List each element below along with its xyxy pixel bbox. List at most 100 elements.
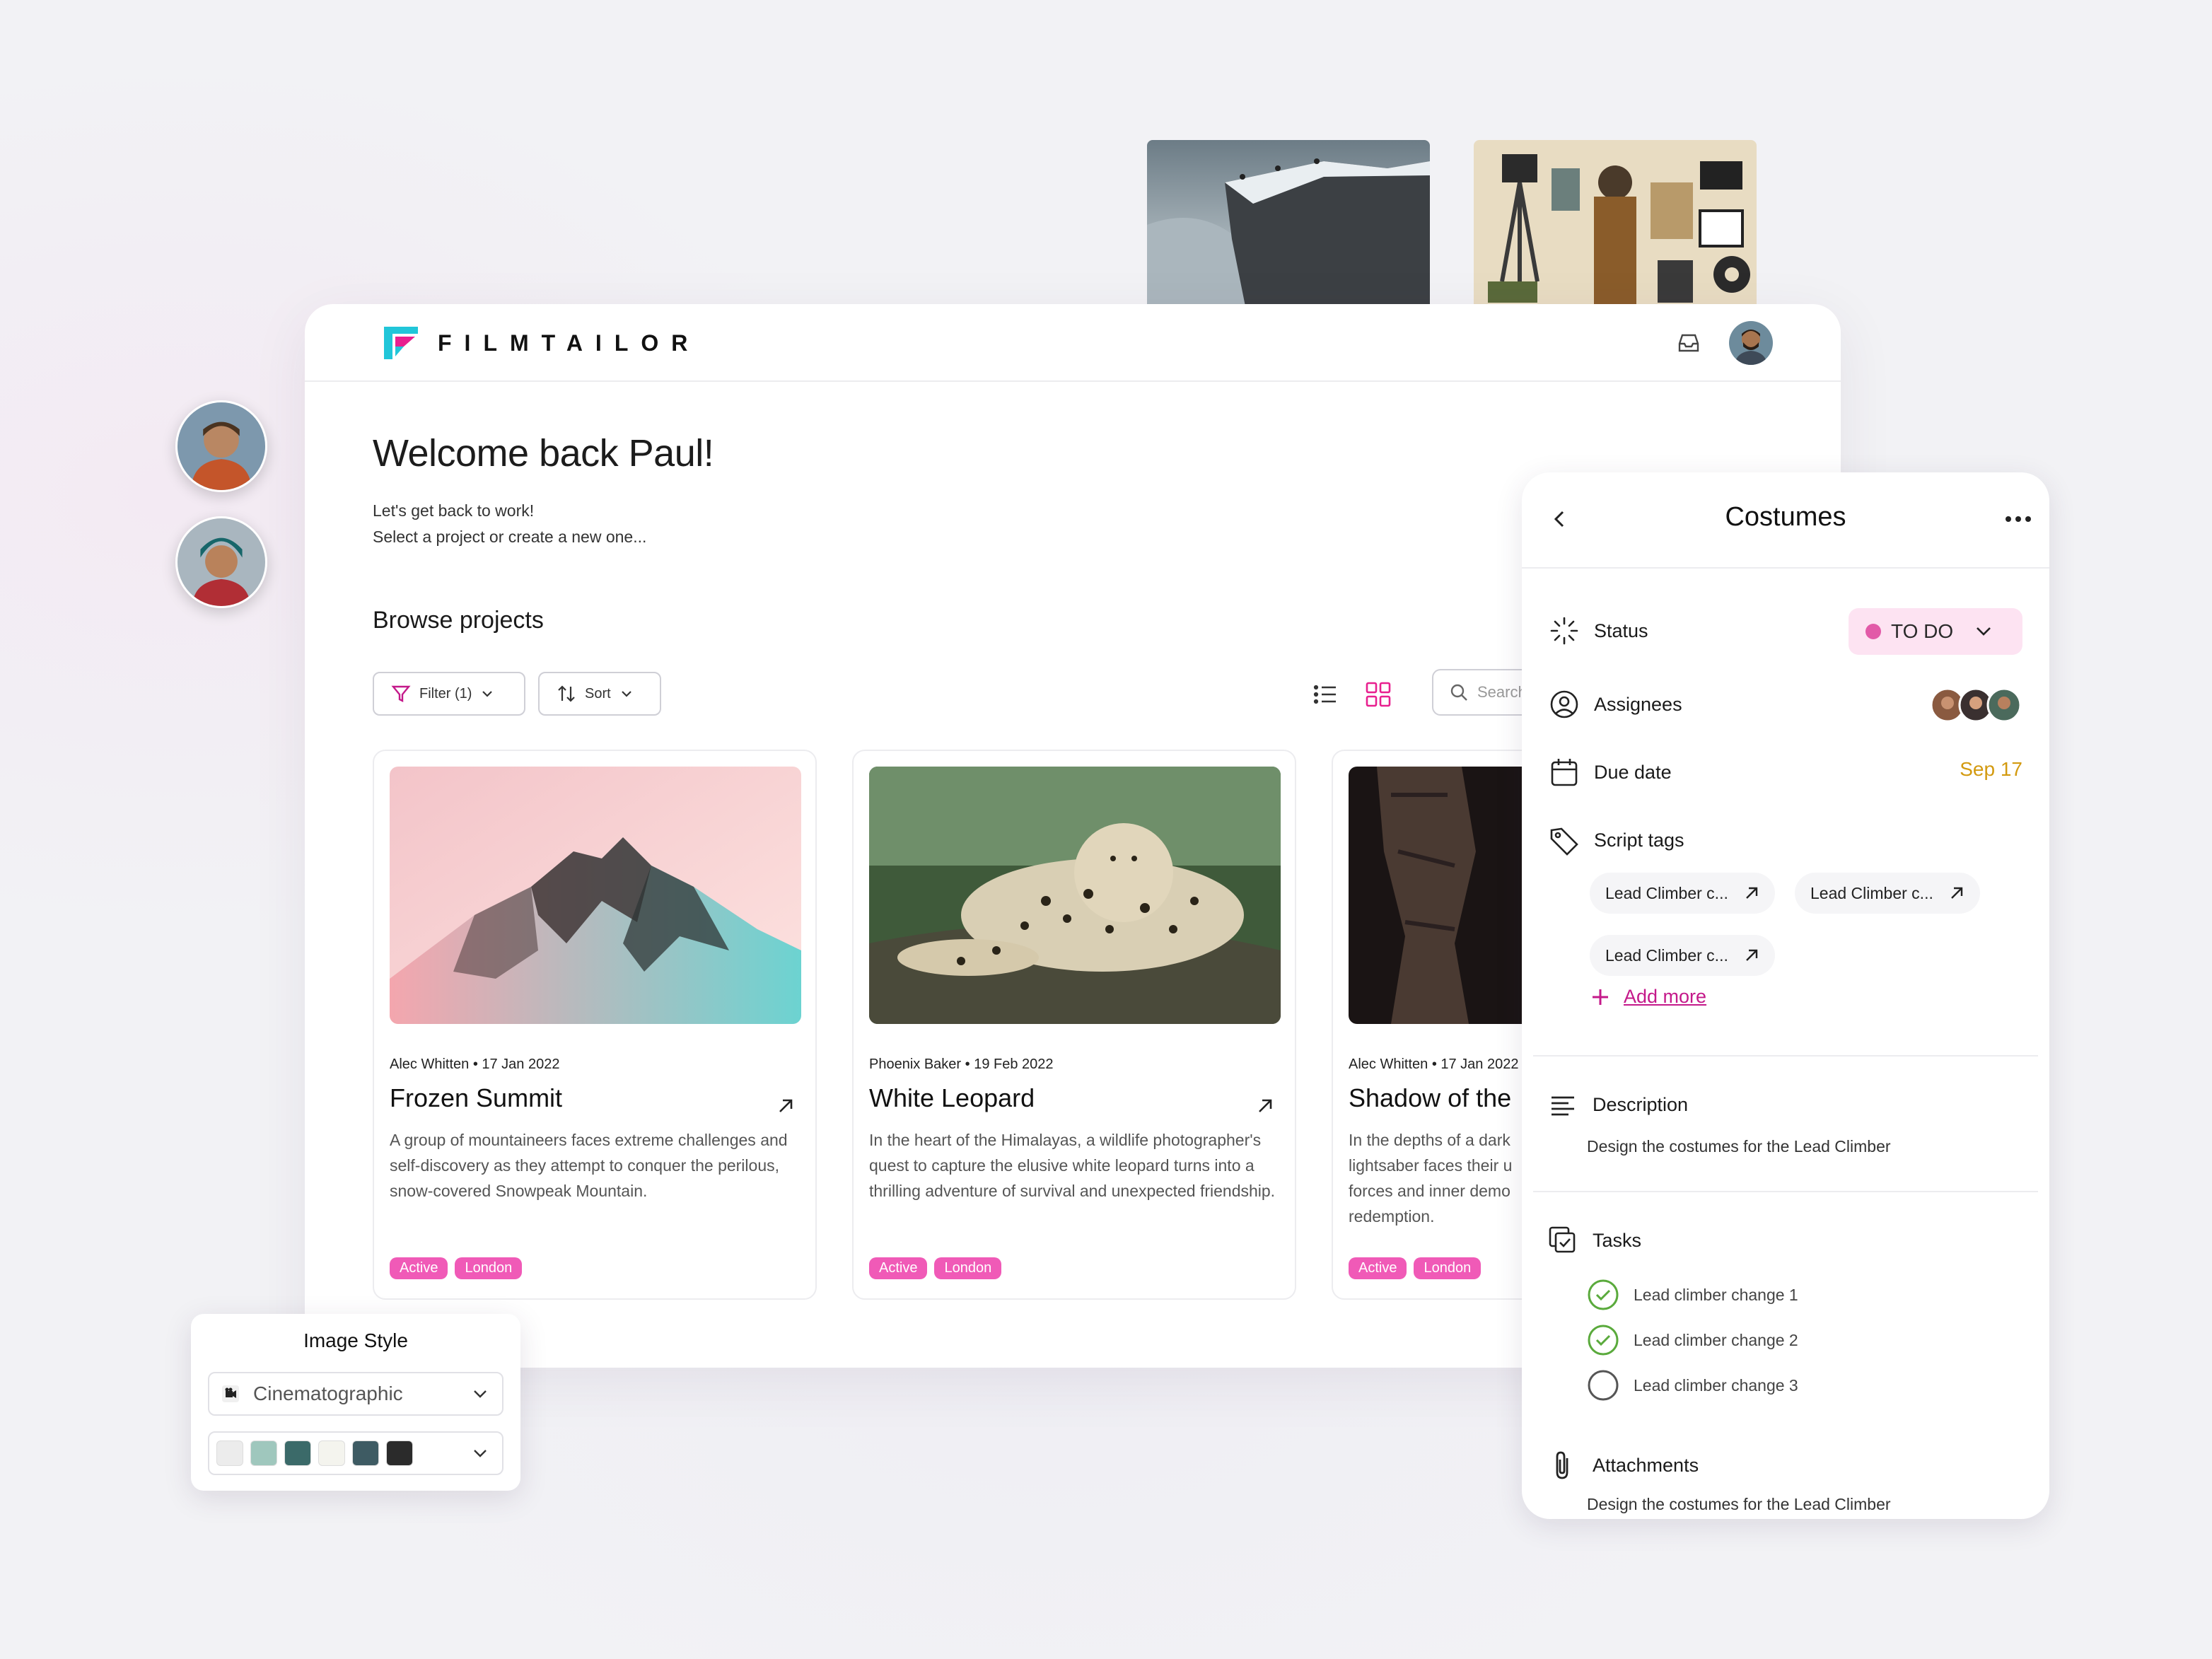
project-card[interactable]: Phoenix Baker • 19 Feb 2022 White Leopar…: [852, 750, 1296, 1300]
grid-view-icon[interactable]: [1364, 680, 1392, 709]
camera-icon: [222, 1385, 239, 1402]
script-tag-chip[interactable]: Lead Climber c...: [1590, 873, 1775, 914]
task-item[interactable]: Lead climber change 2: [1587, 1324, 1798, 1356]
status-badge: Active: [1349, 1257, 1407, 1279]
status-badge: Active: [869, 1257, 928, 1279]
palette-select[interactable]: [208, 1431, 503, 1475]
style-selected-value: Cinematographic: [253, 1382, 403, 1404]
empty-circle-icon[interactable]: [1587, 1369, 1619, 1402]
more-icon[interactable]: [2003, 511, 2034, 528]
location-badge: London: [934, 1257, 1002, 1279]
status-dot: [1865, 624, 1881, 639]
script-tag-label: Lead Climber c...: [1810, 883, 1933, 902]
status-value: TO DO: [1891, 620, 1954, 642]
collaborator-avatar-2[interactable]: [175, 516, 267, 608]
subtitle-line-2: Select a project or create a new one...: [373, 528, 647, 546]
image-style-title: Image Style: [303, 1329, 408, 1351]
task-label: Lead climber change 2: [1634, 1330, 1798, 1349]
palette-swatches: [209, 1440, 413, 1466]
status-spinner-icon: [1550, 617, 1578, 645]
search-icon: [1450, 684, 1467, 701]
assignees-row: Assignees: [1549, 689, 1682, 720]
attachments-row: Attachments: [1547, 1450, 1699, 1481]
task-item[interactable]: Lead climber change 3: [1587, 1369, 1798, 1402]
due-date-value[interactable]: Sep 17: [1960, 758, 2022, 781]
chevron-down-icon: [482, 691, 493, 697]
filter-button[interactable]: Filter (1): [373, 672, 525, 716]
style-select[interactable]: Cinematographic: [208, 1372, 503, 1416]
location-badge: London: [1414, 1257, 1482, 1279]
film-gear-photo: [1474, 140, 1757, 310]
chevron-down-icon: [474, 1390, 487, 1398]
task-label: Lead climber change 1: [1634, 1285, 1798, 1304]
task-item[interactable]: Lead climber change 1: [1587, 1279, 1798, 1311]
task-detail-panel: Costumes Status TO DO Assignees Due date…: [1522, 472, 2049, 1519]
project-image: [869, 767, 1281, 1024]
user-circle-icon: [1550, 690, 1578, 718]
check-circle-icon[interactable]: [1587, 1279, 1619, 1311]
filmtailor-logo-icon: [384, 327, 418, 359]
project-meta: Alec Whitten • 17 Jan 2022: [390, 1056, 560, 1072]
project-image: [390, 767, 801, 1024]
project-card[interactable]: Alec Whitten • 17 Jan 2022 Frozen Summit…: [373, 750, 817, 1300]
project-meta: Phoenix Baker • 19 Feb 2022: [869, 1056, 1054, 1072]
arrow-up-right-icon: [1746, 949, 1758, 961]
sort-button[interactable]: Sort: [538, 672, 661, 716]
assignees-label: Assignees: [1594, 693, 1682, 715]
tasks-row: Tasks: [1547, 1225, 1641, 1256]
attachments-text: Design the costumes for the Lead Climber: [1587, 1495, 1891, 1513]
browse-projects-title: Browse projects: [373, 607, 544, 634]
align-left-icon: [1552, 1096, 1574, 1116]
cliff-photo: [1147, 140, 1430, 310]
section-divider: [1533, 1191, 2038, 1192]
paperclip-icon: [1556, 1451, 1568, 1479]
inbox-icon[interactable]: [1677, 332, 1701, 354]
description-row: Description: [1547, 1089, 1688, 1120]
status-dropdown[interactable]: TO DO: [1849, 608, 2022, 655]
chevron-down-icon: [1977, 627, 1991, 636]
filter-icon: [391, 685, 411, 702]
project-title[interactable]: Frozen Summit: [390, 1083, 562, 1113]
arrow-up-right-icon[interactable]: [776, 1096, 796, 1116]
script-tag-chip[interactable]: Lead Climber c...: [1795, 873, 1980, 914]
logo[interactable]: FILMTAILOR: [383, 325, 700, 361]
list-view-icon[interactable]: [1312, 680, 1340, 709]
assignee-avatars[interactable]: [1930, 687, 2022, 723]
project-title[interactable]: White Leopard: [869, 1083, 1035, 1113]
script-tag-label: Lead Climber c...: [1605, 945, 1728, 965]
location-badge: London: [455, 1257, 523, 1279]
palette-swatch: [318, 1440, 345, 1466]
palette-swatch: [216, 1440, 243, 1466]
project-meta: Alec Whitten • 17 Jan 2022: [1349, 1056, 1519, 1072]
project-description: A group of mountaineers faces extreme ch…: [390, 1131, 788, 1200]
collaborator-avatar-1[interactable]: [175, 400, 267, 492]
welcome-subtitle: Let's get back to work! Select a project…: [373, 498, 646, 550]
description-label: Description: [1593, 1093, 1689, 1115]
project-description: In the heart of the Himalayas, a wildlif…: [869, 1131, 1276, 1200]
script-tags-label: Script tags: [1594, 829, 1684, 851]
logo-text: FILMTAILOR: [438, 330, 701, 356]
check-circle-icon[interactable]: [1587, 1324, 1619, 1356]
sort-icon: [558, 685, 575, 702]
plus-icon: [1593, 989, 1608, 1005]
filter-label: Filter (1): [419, 685, 472, 702]
script-tag-label: Lead Climber c...: [1605, 883, 1728, 902]
user-avatar[interactable]: [1729, 321, 1773, 365]
task-label: Lead climber change 3: [1634, 1375, 1798, 1395]
status-row: Status: [1549, 615, 1648, 646]
attachments-label: Attachments: [1593, 1454, 1699, 1476]
chevron-down-icon: [621, 691, 631, 697]
chevron-down-icon: [474, 1450, 487, 1457]
project-tags: Active London: [1349, 1257, 1482, 1279]
tasks-label: Tasks: [1593, 1229, 1642, 1251]
project-tags: Active London: [390, 1257, 523, 1279]
tasks-icon: [1549, 1226, 1576, 1253]
project-title[interactable]: Shadow of the: [1349, 1083, 1511, 1113]
arrow-up-right-icon[interactable]: [1255, 1096, 1275, 1116]
status-badge: Active: [390, 1257, 448, 1279]
add-more-button[interactable]: Add more: [1590, 986, 1706, 1008]
script-tag-chip[interactable]: Lead Climber c...: [1590, 935, 1775, 976]
arrow-up-right-icon: [1951, 887, 1963, 899]
top-bar: FILMTAILOR: [305, 304, 1841, 382]
project-description: In the depths of a dark lightsaber faces…: [1349, 1131, 1513, 1226]
